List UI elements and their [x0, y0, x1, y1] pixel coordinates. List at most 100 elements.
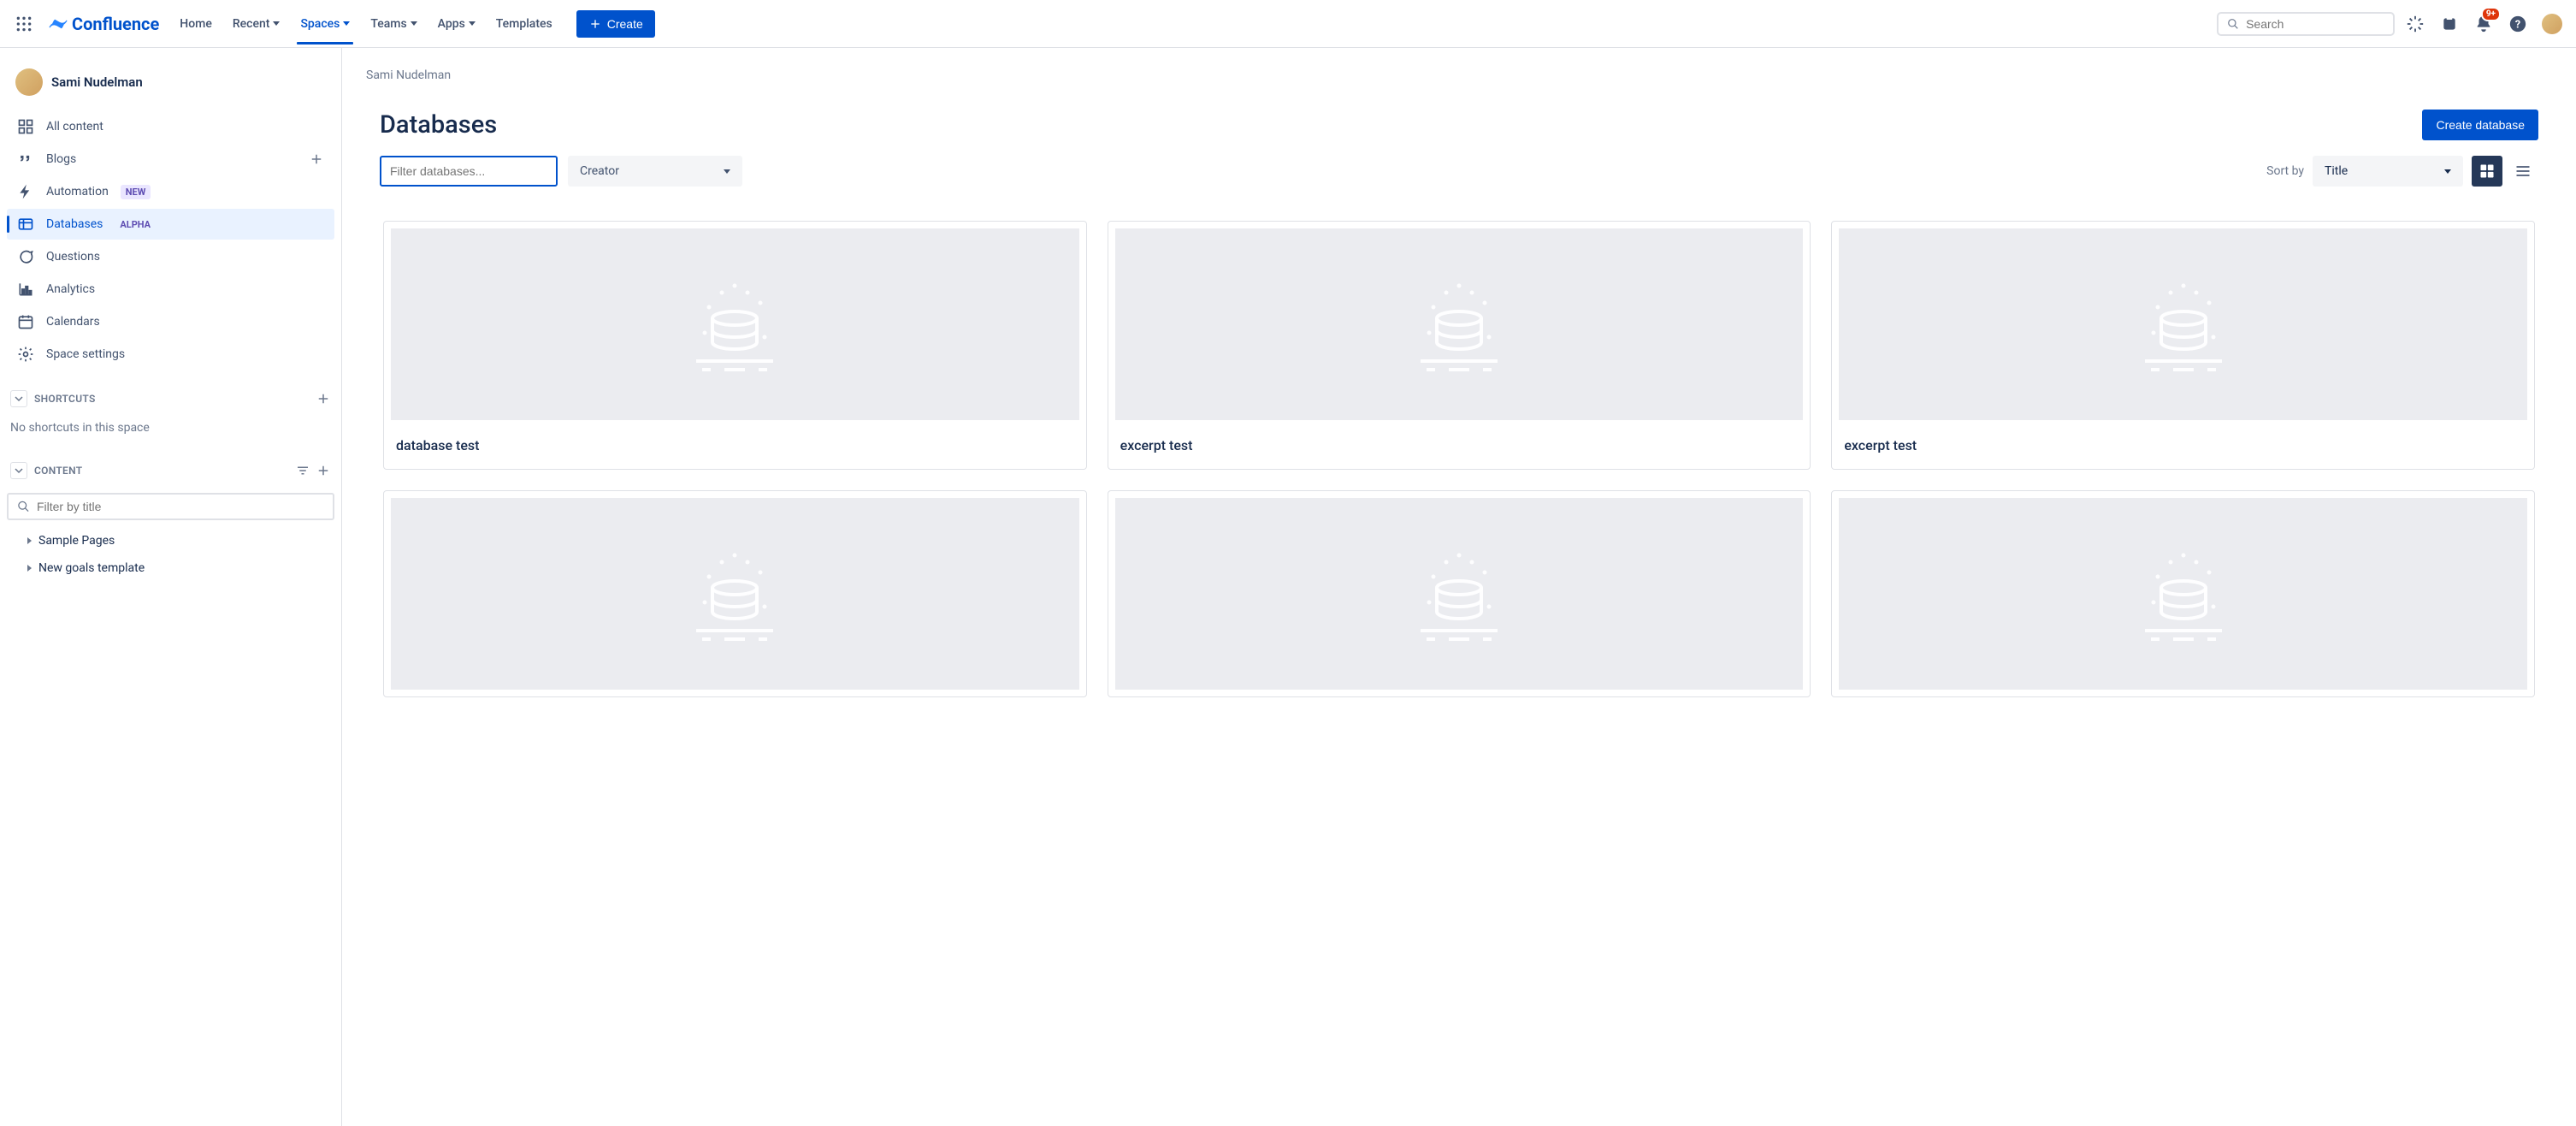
- space-name: Sami Nudelman: [51, 74, 143, 90]
- search-input[interactable]: [2246, 17, 2384, 31]
- avatar-icon: [2542, 14, 2562, 34]
- database-card[interactable]: [1831, 490, 2535, 697]
- database-thumbnail-icon: [391, 228, 1079, 420]
- plus-icon: [588, 17, 602, 31]
- add-content-icon[interactable]: [316, 463, 331, 478]
- chevron-down-icon: [273, 21, 280, 26]
- database-card[interactable]: excerpt test: [1831, 221, 2535, 470]
- card-title: database test: [384, 427, 1086, 469]
- grid-view-button[interactable]: [2472, 156, 2502, 187]
- sort-value: Title: [2325, 164, 2348, 178]
- sidebar-item-space-settings[interactable]: Space settings: [7, 339, 334, 370]
- chevron-right-icon: [27, 537, 32, 544]
- sidebar-item-pill: ALPHA: [115, 217, 156, 232]
- sort-select[interactable]: Title: [2313, 156, 2463, 187]
- database-thumbnail-icon: [1839, 498, 2527, 690]
- discover-icon[interactable]: [2402, 10, 2429, 38]
- chevron-down-icon: [411, 21, 417, 26]
- list-view-button[interactable]: [2508, 156, 2538, 187]
- content-filter-icon[interactable]: [295, 463, 310, 478]
- profile-avatar[interactable]: [2538, 10, 2566, 38]
- sidebar-item-calendars[interactable]: Calendars: [7, 306, 334, 337]
- page-title: Databases: [380, 110, 497, 139]
- sidebar-item-label: Blogs: [46, 152, 76, 166]
- content-filter[interactable]: [7, 493, 334, 520]
- confluence-icon: [48, 14, 68, 34]
- sidebar-item-label: Calendars: [46, 315, 100, 329]
- sidebar-item-questions[interactable]: Questions: [7, 241, 334, 272]
- nav-apps[interactable]: Apps: [428, 3, 486, 44]
- main-content: Sami Nudelman Databases Create database …: [342, 48, 2576, 1126]
- creator-filter[interactable]: Creator: [568, 156, 742, 187]
- card-title: excerpt test: [1108, 427, 1811, 469]
- tasks-icon[interactable]: [2436, 10, 2463, 38]
- database-thumbnail-icon: [391, 498, 1079, 690]
- shortcuts-expand-icon[interactable]: [10, 390, 27, 407]
- card-title: excerpt test: [1832, 427, 2534, 469]
- top-navigation: Confluence HomeRecentSpacesTeamsAppsTemp…: [0, 0, 2576, 48]
- sort-label: Sort by: [2266, 164, 2304, 178]
- database-card[interactable]: [1108, 490, 1811, 697]
- confluence-logo[interactable]: Confluence: [41, 14, 166, 34]
- content-section-head: CONTENT: [7, 455, 334, 486]
- create-database-button[interactable]: Create database: [2422, 110, 2538, 140]
- notifications-icon[interactable]: 9+: [2470, 10, 2497, 38]
- database-thumbnail-icon: [1115, 228, 1804, 420]
- search-icon: [2227, 17, 2239, 31]
- nav-recent[interactable]: Recent: [222, 3, 291, 44]
- database-thumbnail-icon: [1115, 498, 1804, 690]
- help-icon[interactable]: ?: [2504, 10, 2532, 38]
- chevron-down-icon: [2444, 169, 2451, 174]
- topnav-left: Confluence HomeRecentSpacesTeamsAppsTemp…: [10, 3, 655, 44]
- chart-icon: [17, 281, 34, 298]
- sidebar-item-databases[interactable]: DatabasesALPHA: [7, 209, 334, 240]
- nav-templates[interactable]: Templates: [486, 3, 563, 44]
- database-card[interactable]: database test: [383, 221, 1087, 470]
- content-heading: CONTENT: [34, 465, 82, 477]
- table-icon: [17, 216, 34, 233]
- sidebar-item-label: All content: [46, 120, 103, 133]
- tree-item[interactable]: New goals template: [7, 554, 334, 582]
- grid-icon: [17, 118, 34, 135]
- search-icon: [17, 500, 30, 513]
- sidebar-item-automation[interactable]: AutomationNEW: [7, 176, 334, 207]
- chevron-down-icon: [724, 169, 730, 174]
- space-header[interactable]: Sami Nudelman: [7, 65, 334, 110]
- shortcuts-empty-text: No shortcuts in this space: [7, 414, 334, 442]
- shortcuts-section-head: SHORTCUTS: [7, 383, 334, 414]
- nav-spaces[interactable]: Spaces: [290, 3, 360, 44]
- content-filter-input[interactable]: [37, 500, 324, 513]
- add-shortcut-icon[interactable]: [316, 391, 331, 406]
- topnav-right: 9+ ?: [2217, 10, 2566, 38]
- sidebar-item-analytics[interactable]: Analytics: [7, 274, 334, 305]
- shortcuts-heading: SHORTCUTS: [34, 393, 96, 405]
- create-button[interactable]: Create: [576, 10, 655, 38]
- sidebar-item-blogs[interactable]: Blogs: [7, 144, 334, 175]
- database-card[interactable]: [383, 490, 1087, 697]
- create-label: Create: [607, 17, 643, 31]
- sidebar-item-all-content[interactable]: All content: [7, 111, 334, 142]
- app-switcher-icon[interactable]: [10, 10, 38, 38]
- bolt-icon: [17, 183, 34, 200]
- space-avatar-icon: [15, 68, 43, 96]
- nav-home[interactable]: Home: [169, 3, 222, 44]
- content-expand-icon[interactable]: [10, 462, 27, 479]
- svg-text:?: ?: [2515, 18, 2520, 31]
- quote-icon: [17, 151, 34, 168]
- add-icon[interactable]: [309, 151, 324, 167]
- product-name: Confluence: [72, 14, 159, 34]
- list-icon: [2514, 163, 2532, 180]
- filter-databases-input[interactable]: [380, 156, 558, 187]
- calendar-icon: [17, 313, 34, 330]
- global-search[interactable]: [2217, 12, 2395, 36]
- tree-item[interactable]: Sample Pages: [7, 527, 334, 554]
- creator-label: Creator: [580, 164, 619, 178]
- chat-icon: [17, 248, 34, 265]
- sidebar-item-label: Questions: [46, 250, 100, 264]
- breadcrumb[interactable]: Sami Nudelman: [366, 68, 2552, 82]
- nav-teams[interactable]: Teams: [360, 3, 427, 44]
- sidebar-item-pill: NEW: [121, 185, 151, 199]
- database-card[interactable]: excerpt test: [1108, 221, 1811, 470]
- sidebar-item-label: Space settings: [46, 347, 125, 361]
- gear-icon: [17, 346, 34, 363]
